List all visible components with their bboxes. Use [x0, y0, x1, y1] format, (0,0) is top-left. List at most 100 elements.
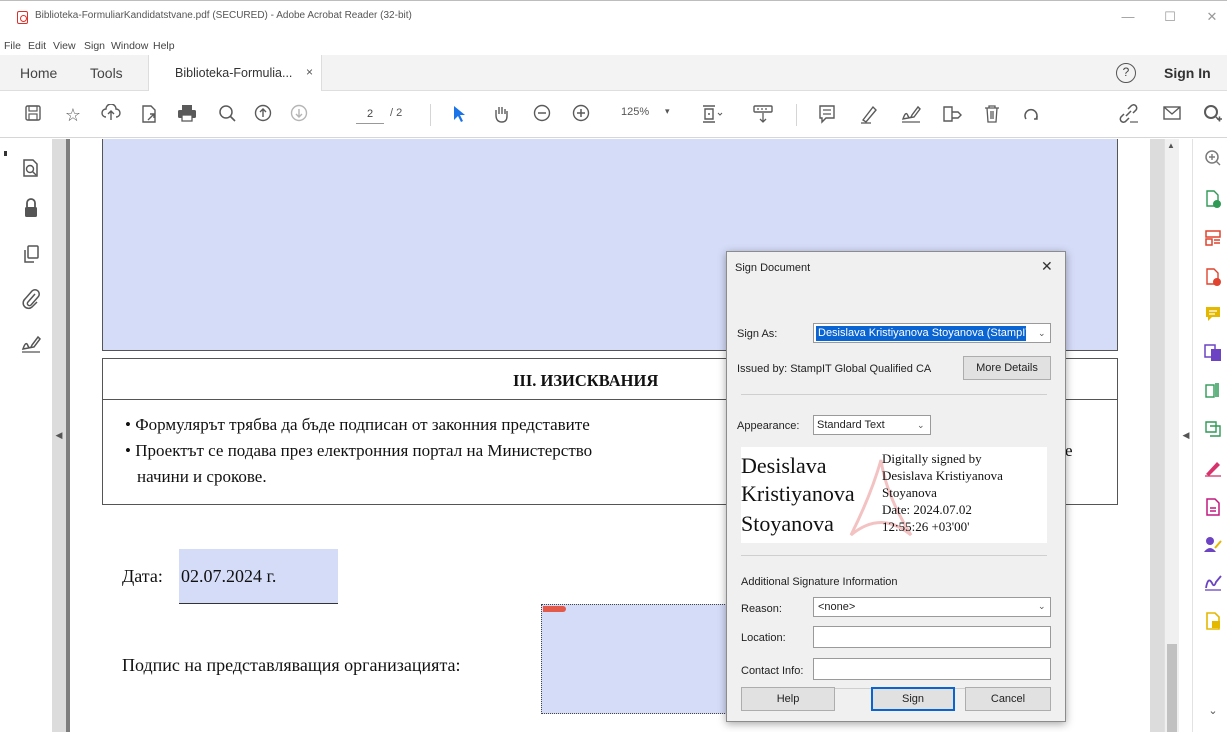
close-window-button[interactable]: ✕ [1202, 9, 1222, 25]
menu-sign[interactable]: Sign [84, 40, 105, 52]
zoom-tool-icon[interactable] [1203, 149, 1223, 169]
comment-icon[interactable] [816, 104, 838, 126]
page-total: / 2 [390, 107, 403, 119]
maximize-button[interactable]: ☐ [1160, 9, 1180, 25]
export-pdf-icon[interactable] [1203, 189, 1223, 209]
signature-flag-icon [543, 606, 566, 612]
prepare-form-icon[interactable] [1203, 497, 1223, 517]
reason-label: Reason: [741, 603, 782, 615]
account-icon[interactable] [1202, 104, 1224, 126]
rotate-icon[interactable] [1020, 104, 1042, 126]
tab-home[interactable]: Home [20, 65, 57, 81]
scroll-up-icon[interactable]: ▲ [1167, 141, 1175, 150]
file-share-icon[interactable] [138, 104, 160, 126]
minimize-button[interactable]: — [1118, 9, 1138, 24]
certificates-icon[interactable] [1203, 573, 1223, 593]
more-tools-icon[interactable] [1203, 611, 1223, 631]
print-icon[interactable] [176, 104, 198, 126]
highlight-pen-icon[interactable] [858, 104, 880, 126]
sign-icon[interactable] [900, 104, 922, 126]
contact-info-field[interactable] [813, 658, 1051, 680]
preview-name-line-3: Stoyanova [741, 511, 834, 536]
zoom-dropdown-icon[interactable]: ▾ [665, 106, 670, 117]
page-number-input[interactable]: 2 [356, 105, 384, 124]
location-label: Location: [741, 632, 786, 644]
more-details-button[interactable]: More Details [963, 356, 1051, 380]
zoom-in-icon[interactable] [570, 104, 592, 126]
tab-document[interactable]: Biblioteka-Formulia... × [148, 55, 322, 91]
right-tools-rail: ⌄ [1192, 139, 1227, 732]
vertical-scrollbar[interactable]: ▲ [1164, 139, 1179, 732]
send-for-signature-icon[interactable] [1203, 535, 1223, 555]
scroll-thumb[interactable] [1167, 644, 1177, 732]
preview-detail-line-4: Date: 2024.07.02 [882, 502, 972, 517]
location-field[interactable] [813, 626, 1051, 648]
menu-window[interactable]: Window [111, 40, 148, 52]
requirement-line-2-tail: е [1065, 441, 1073, 460]
sign-button[interactable]: Sign [871, 687, 955, 711]
reason-value: <none> [818, 601, 856, 613]
menu-help[interactable]: Help [153, 40, 175, 52]
page-down-icon[interactable] [288, 104, 310, 126]
hand-pan-icon[interactable] [490, 104, 512, 126]
requirement-line-1: • Формулярът трябва да бъде подписан от … [125, 415, 590, 434]
pdf-app-icon [17, 11, 28, 24]
zoom-level[interactable]: 125% [621, 106, 649, 118]
lock-icon[interactable] [20, 197, 42, 219]
menu-file[interactable]: File [4, 40, 21, 52]
page-up-icon[interactable] [252, 104, 274, 126]
signature-panel-icon[interactable] [20, 333, 42, 355]
preview-name-line-1: Desislava [741, 453, 827, 478]
compare-files-icon[interactable] [1203, 419, 1223, 439]
zoom-out-icon[interactable] [531, 104, 553, 126]
reason-select[interactable]: <none> ⌄ [813, 597, 1051, 617]
appearance-value: Standard Text [817, 419, 885, 431]
menu-view[interactable]: View [53, 40, 76, 52]
attachment-icon[interactable] [20, 288, 42, 310]
rail-scroll-down-icon[interactable]: ⌄ [1203, 701, 1223, 721]
scroll-mode-icon[interactable] [752, 104, 774, 126]
bookmark-star-icon[interactable]: ☆ [62, 104, 84, 126]
tab-bar: Home Tools Biblioteka-Formulia... × ? Si… [0, 55, 1227, 91]
menu-edit[interactable]: Edit [28, 40, 46, 52]
help-button[interactable]: Help [741, 687, 835, 711]
delete-icon[interactable] [981, 104, 1003, 126]
combine-files-icon[interactable] [1203, 343, 1223, 363]
tab-close-icon[interactable]: × [306, 65, 313, 79]
page-thumbnails-icon[interactable] [20, 157, 42, 179]
select-arrow-icon[interactable] [448, 104, 470, 126]
sign-as-select[interactable]: Desislava Kristiyanova Stoyanova (StampI… [813, 323, 1051, 343]
requirement-line-2: • Проектът се подава през електронния по… [125, 441, 593, 460]
fill-form-icon[interactable] [941, 104, 963, 126]
organize-pages-icon[interactable] [1203, 229, 1223, 249]
sign-in-link[interactable]: Sign In [1164, 65, 1211, 81]
create-pdf-icon[interactable] [1203, 267, 1223, 287]
tab-document-label: Biblioteka-Formulia... [175, 66, 293, 80]
fit-page-icon[interactable] [701, 104, 723, 126]
sign-as-label: Sign As: [737, 328, 778, 340]
preview-detail-line-5: 12:55:26 +03'00' [882, 519, 970, 534]
collapse-left-panel-icon[interactable]: ◀ [52, 420, 66, 450]
edit-pdf-icon[interactable] [1203, 381, 1223, 401]
upload-cloud-icon[interactable] [100, 103, 122, 126]
issued-by-text: Issued by: StampIT Global Qualified CA [737, 363, 932, 375]
chevron-down-icon: ⌄ [1038, 328, 1046, 338]
appearance-select[interactable]: Standard Text ⌄ [813, 415, 931, 435]
link-icon[interactable] [1118, 104, 1140, 126]
date-form-field[interactable]: 02.07.2024 г. [179, 549, 338, 604]
save-icon[interactable] [22, 104, 44, 126]
cancel-button[interactable]: Cancel [965, 687, 1051, 711]
zoom-search-icon[interactable] [216, 104, 238, 126]
toolbar-divider [796, 104, 797, 126]
signature-form-field[interactable] [541, 604, 731, 714]
email-icon[interactable] [1161, 104, 1183, 126]
fill-sign-icon[interactable] [1203, 459, 1223, 479]
dialog-close-icon[interactable]: ✕ [1041, 258, 1053, 275]
collapse-right-panel-icon[interactable]: ◀ [1180, 420, 1192, 450]
preview-detail-line-1: Digitally signed by [882, 451, 982, 466]
help-icon[interactable]: ? [1116, 63, 1136, 83]
comment-tool-icon[interactable] [1203, 305, 1223, 325]
copy-pages-icon[interactable] [20, 243, 42, 265]
tab-tools[interactable]: Tools [90, 65, 123, 81]
appearance-label: Appearance: [737, 420, 800, 432]
